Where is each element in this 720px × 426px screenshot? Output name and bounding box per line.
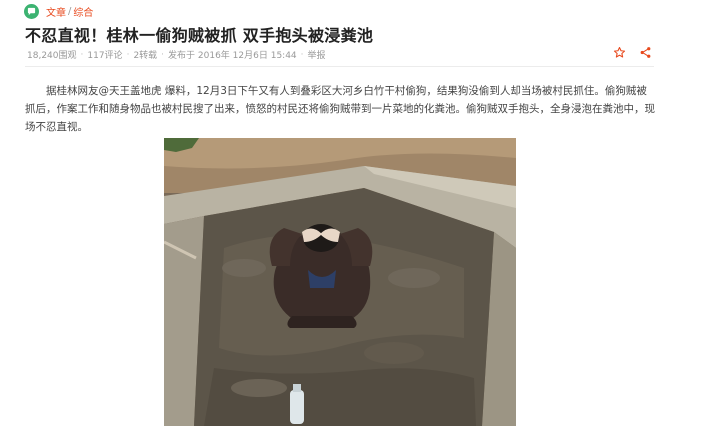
meta-separator: · (126, 49, 130, 60)
share-icon[interactable] (638, 45, 652, 59)
publish-date: 发布于 2016年 12月6日 15:44 (168, 51, 297, 61)
article-title: 不忍直视！桂林一偷狗贼被抓 双手抱头被浸粪池 (25, 26, 374, 45)
article-photo (164, 138, 516, 426)
meta-separator: · (161, 49, 165, 60)
breadcrumb: 文章 / 综合 (46, 4, 93, 19)
share-count: 2转载 (133, 51, 158, 61)
view-count: 18,240围观 (27, 51, 77, 61)
comment-count-link[interactable]: 117评论 (87, 48, 122, 61)
divider (25, 66, 654, 67)
meta-separator: · (300, 49, 304, 60)
breadcrumb-category-link[interactable]: 综合 (73, 4, 93, 19)
star-outline-icon[interactable] (612, 45, 626, 59)
breadcrumb-row: 文章 / 综合 (24, 3, 93, 19)
chat-bubble-icon (24, 3, 39, 19)
article-meta: 18,240围观 · 117评论 · 2转载 · 发布于 2016年 12月6日… (27, 48, 326, 62)
report-link[interactable]: 举报 (308, 48, 326, 61)
breadcrumb-section-link[interactable]: 文章 (46, 4, 66, 19)
article-body: 据桂林网友@天王盖地虎 爆料，12月3日下午又有人到叠彩区大河乡白竹干村偷狗，结… (25, 85, 655, 133)
article-actions (612, 45, 652, 59)
meta-separator: · (80, 49, 84, 60)
breadcrumb-separator: / (68, 5, 72, 17)
